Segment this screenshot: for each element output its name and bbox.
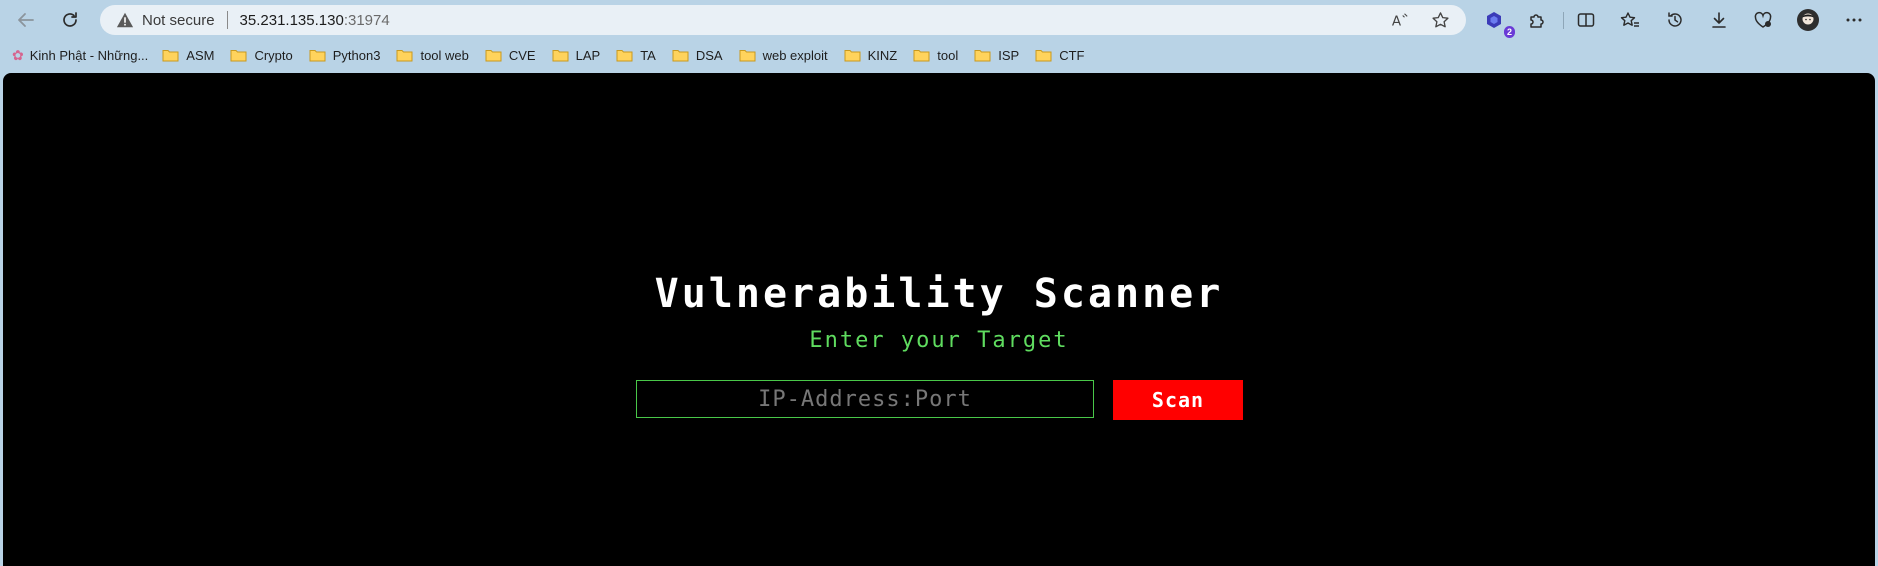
- page-viewport: Vulnerability Scanner Enter your Target …: [3, 73, 1875, 566]
- folder-icon: [913, 50, 930, 62]
- folder-icon: [616, 50, 633, 62]
- split-screen-icon[interactable]: [1570, 6, 1602, 34]
- security-label[interactable]: Not secure: [142, 12, 215, 29]
- address-divider: [226, 11, 228, 29]
- scan-button[interactable]: Scan: [1113, 380, 1243, 420]
- bookmark-label: KINZ: [867, 47, 898, 63]
- bookmark-item[interactable]: ✿ Kinh Phật - Những...: [12, 47, 148, 64]
- bookmark-folder[interactable]: LAP: [552, 47, 601, 63]
- bookmark-label: DSA: [695, 47, 723, 63]
- puzzle-icon[interactable]: [1521, 6, 1553, 34]
- bookmark-label: CTF: [1059, 47, 1085, 63]
- bookmark-label: Kinh Phật - Những...: [29, 47, 149, 63]
- bookmark-folder[interactable]: Python3: [309, 47, 381, 63]
- toolbar-divider: [1563, 12, 1564, 29]
- folder-icon: [974, 50, 991, 62]
- bookmark-label: Python3: [332, 47, 381, 63]
- folder-icon: [1035, 50, 1052, 62]
- page-title: Vulnerability Scanner: [654, 271, 1224, 317]
- bookmark-folder[interactable]: tool web: [396, 47, 469, 63]
- svg-text:A: A: [1392, 13, 1402, 29]
- download-icon[interactable]: [1703, 6, 1735, 34]
- bookmark-folder[interactable]: ASM: [162, 48, 214, 63]
- back-arrow-icon[interactable]: [10, 6, 42, 34]
- folder-icon: [672, 50, 689, 62]
- folder-icon: [396, 50, 413, 62]
- bookmark-folder[interactable]: KINZ: [844, 47, 898, 63]
- extension-badge: 2: [1503, 26, 1515, 38]
- url-port[interactable]: :31974: [344, 12, 390, 29]
- bookmark-folder[interactable]: CVE: [485, 48, 536, 63]
- bookmark-folder[interactable]: Crypto: [230, 47, 293, 63]
- bookmark-label: Crypto: [254, 47, 293, 63]
- url-host[interactable]: 35.231.135.130: [240, 12, 344, 29]
- bookmark-folder[interactable]: TA: [616, 48, 656, 63]
- bookmark-label: tool: [937, 47, 959, 63]
- bookmark-label: LAP: [575, 47, 601, 63]
- browser-toolbar: Not secure 35.231.135.130:31974 A 2: [0, 0, 1878, 40]
- lotus-icon: ✿: [12, 46, 24, 63]
- ellipsis-icon[interactable]: [1838, 6, 1870, 34]
- folder-icon: [552, 50, 569, 62]
- bookmark-label: TA: [640, 47, 656, 63]
- read-aloud-icon[interactable]: A: [1390, 10, 1410, 30]
- bookmark-folder[interactable]: tool: [913, 48, 958, 63]
- folder-icon: [162, 50, 179, 62]
- reload-icon[interactable]: [54, 6, 86, 34]
- folder-icon: [230, 50, 247, 62]
- avatar-icon[interactable]: [1792, 6, 1824, 34]
- page-subtitle: Enter your Target: [809, 328, 1069, 353]
- folder-icon: [309, 50, 326, 62]
- folder-icon: [739, 50, 756, 62]
- history-icon[interactable]: [1659, 6, 1691, 34]
- bookmark-folder[interactable]: web exploit: [739, 48, 828, 63]
- bookmark-label: ASM: [186, 47, 215, 63]
- bookmark-folder[interactable]: CTF: [1035, 48, 1084, 63]
- bookmark-folder[interactable]: DSA: [672, 48, 723, 63]
- favorites-icon[interactable]: [1614, 6, 1646, 34]
- heart-icon[interactable]: [1747, 6, 1779, 34]
- extension-icon[interactable]: 2: [1478, 6, 1515, 38]
- bookmarks-bar: ✿ Kinh Phật - Những... ASM Crypto Python…: [0, 40, 1878, 70]
- warning-triangle-icon[interactable]: [116, 11, 134, 29]
- bookmark-folder[interactable]: ISP: [974, 48, 1019, 63]
- star-icon[interactable]: [1430, 10, 1450, 30]
- target-input[interactable]: [636, 380, 1094, 418]
- address-bar[interactable]: Not secure 35.231.135.130:31974 A: [100, 5, 1466, 35]
- folder-icon: [485, 50, 502, 62]
- bookmark-label: web exploit: [762, 47, 828, 63]
- folder-icon: [844, 50, 861, 62]
- bookmark-label: tool web: [420, 47, 469, 63]
- bookmark-label: CVE: [508, 47, 536, 63]
- bookmark-label: ISP: [998, 47, 1020, 63]
